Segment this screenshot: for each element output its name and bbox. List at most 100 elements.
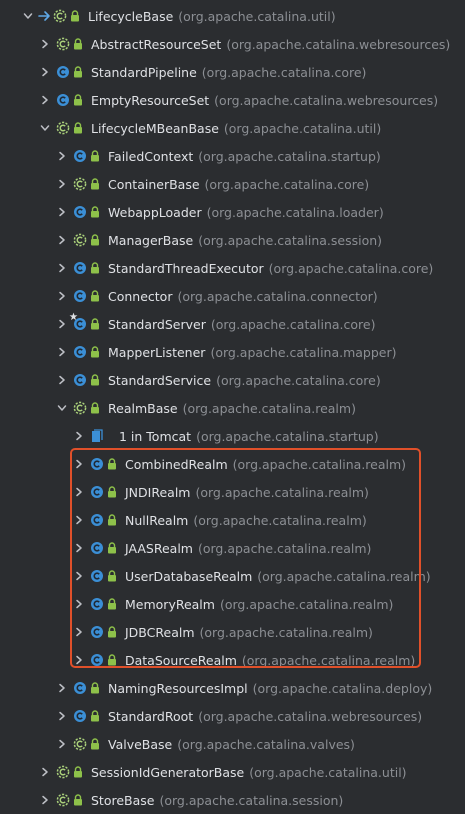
lock-icon	[90, 262, 100, 274]
package-name: (org.apache.catalina.deploy)	[252, 680, 433, 696]
chevron-right-icon[interactable]	[39, 766, 51, 778]
class-name: JNDIRealm	[125, 484, 191, 500]
chevron-right-icon[interactable]	[73, 542, 85, 554]
package-name: (org.apache.catalina.session)	[159, 792, 344, 808]
tree-row[interactable]: StandardRoot (org.apache.catalina.webreso…	[0, 702, 465, 730]
tree-row[interactable]: CombinedRealm (org.apache.catalina.realm)	[0, 450, 465, 478]
chevron-right-icon[interactable]	[56, 262, 68, 274]
package-name: (org.apache.catalina.realm)	[232, 456, 407, 472]
tree-row[interactable]: LifecycleMBeanBase (org.apache.catalina.u…	[0, 114, 465, 142]
package-name: (org.apache.catalina.webresources)	[226, 36, 451, 52]
lock-icon	[90, 178, 100, 190]
abstract-class-icon	[72, 176, 88, 192]
class-icon	[89, 568, 105, 584]
tree-row[interactable]: NullRealm (org.apache.catalina.realm)	[0, 506, 465, 534]
chevron-right-icon[interactable]	[56, 318, 68, 330]
tree-row[interactable]: JDBCRealm (org.apache.catalina.realm)	[0, 618, 465, 646]
tree-row[interactable]: Connector (org.apache.catalina.connector)	[0, 282, 465, 310]
package-name: (org.apache.catalina.core)	[210, 316, 376, 332]
chevron-right-icon[interactable]	[56, 150, 68, 162]
chevron-right-icon[interactable]	[39, 66, 51, 78]
class-name: StandardRoot	[108, 708, 194, 724]
package-name: (org.apache.catalina.connector)	[177, 288, 378, 304]
tree-row[interactable]: JAASRealm (org.apache.catalina.realm)	[0, 534, 465, 562]
package-name: (org.apache.catalina.core)	[204, 176, 370, 192]
class-icon	[89, 596, 105, 612]
tree-row[interactable]: EmptyResourceSet (org.apache.catalina.web…	[0, 86, 465, 114]
package-name: (org.apache.catalina.startup)	[198, 148, 381, 164]
class-name: ManagerBase	[108, 232, 194, 248]
chevron-right-icon[interactable]	[56, 710, 68, 722]
chevron-right-icon[interactable]	[73, 486, 85, 498]
chevron-right-icon[interactable]	[39, 38, 51, 50]
chevron-right-icon[interactable]	[73, 598, 85, 610]
package-name: (org.apache.catalina.realm)	[199, 624, 373, 640]
tree-row[interactable]: ManagerBase (org.apache.catalina.session)	[0, 226, 465, 254]
class-name: CombinedRealm	[125, 456, 228, 472]
chevron-right-icon[interactable]	[73, 514, 85, 526]
chevron-right-icon[interactable]	[56, 234, 68, 246]
tree-row[interactable]: JNDIRealm (org.apache.catalina.realm)	[0, 478, 465, 506]
tree-row[interactable]: StandardService (org.apache.catalina.core…	[0, 366, 465, 394]
tree-row[interactable]: SessionIdGeneratorBase (org.apache.catali…	[0, 758, 465, 786]
package-name: (org.apache.catalina.util)	[249, 764, 407, 780]
lock-icon	[90, 346, 100, 358]
tree-row[interactable]: FailedContext (org.apache.catalina.startu…	[0, 142, 465, 170]
lock-icon	[90, 682, 100, 694]
chevron-right-icon[interactable]	[56, 178, 68, 190]
class-name: StandardThreadExecutor	[108, 260, 264, 276]
tree-row[interactable]: MapperListener (org.apache.catalina.mappe…	[0, 338, 465, 366]
chevron-right-icon[interactable]	[56, 290, 68, 302]
lock-icon	[90, 374, 100, 386]
chevron-right-icon[interactable]	[73, 430, 85, 442]
chevron-right-icon[interactable]	[73, 654, 85, 666]
abstract-class-icon	[55, 764, 71, 780]
tree-row[interactable]: MemoryRealm (org.apache.catalina.realm)	[0, 590, 465, 618]
tree-row[interactable]: NamingResourcesImpl (org.apache.catalina.…	[0, 674, 465, 702]
chevron-down-icon[interactable]	[22, 10, 34, 22]
chevron-down-icon[interactable]	[56, 402, 68, 414]
class-icon	[72, 204, 88, 220]
chevron-right-icon[interactable]	[56, 682, 68, 694]
lock-icon	[107, 458, 117, 470]
tree-row[interactable]: AbstractResourceSet (org.apache.catalina.…	[0, 30, 465, 58]
lock-icon	[90, 710, 100, 722]
class-name: StoreBase	[91, 792, 155, 808]
lock-icon	[107, 598, 117, 610]
tree-row[interactable]: DataSourceRealm (org.apache.catalina.real…	[0, 646, 465, 674]
chevron-down-icon[interactable]	[39, 122, 51, 134]
tree-row[interactable]: ContainerBase (org.apache.catalina.core)	[0, 170, 465, 198]
tree-row[interactable]: WebappLoader (org.apache.catalina.loader)	[0, 198, 465, 226]
tree-row[interactable]: StandardThreadExecutor (org.apache.catali…	[0, 254, 465, 282]
chevron-right-icon[interactable]	[56, 374, 68, 386]
class-icon	[55, 92, 71, 108]
tree-row[interactable]: RealmBase (org.apache.catalina.realm)	[0, 394, 465, 422]
tree-row[interactable]: StandardPipeline (org.apache.catalina.cor…	[0, 58, 465, 86]
tree-row[interactable]: StandardServer (org.apache.catalina.core)	[0, 310, 465, 338]
class-icon	[55, 64, 71, 80]
class-icon	[89, 512, 105, 528]
chevron-right-icon[interactable]	[73, 458, 85, 470]
tree-row[interactable]: 1 in Tomcat (org.apache.catalina.startup)	[0, 422, 465, 450]
class-name: StandardServer	[108, 316, 206, 332]
class-name: NamingResourcesImpl	[108, 680, 248, 696]
tree-row[interactable]: StoreBase (org.apache.catalina.session)	[0, 786, 465, 814]
chevron-right-icon[interactable]	[73, 626, 85, 638]
package-name: (org.apache.catalina.realm)	[193, 512, 367, 528]
class-icon	[72, 288, 88, 304]
class-icon	[89, 540, 105, 556]
chevron-right-icon[interactable]	[56, 206, 68, 218]
class-name: JDBCRealm	[125, 624, 195, 640]
chevron-right-icon[interactable]	[39, 794, 51, 806]
package-name: (org.apache.catalina.webresources)	[214, 92, 439, 108]
tree-row[interactable]: UserDatabaseRealm (org.apache.catalina.re…	[0, 562, 465, 590]
tree-row[interactable]: LifecycleBase (org.apache.catalina.util)	[0, 2, 465, 30]
chevron-right-icon[interactable]	[73, 570, 85, 582]
abstract-class-icon	[55, 792, 71, 808]
tree-row[interactable]: ValveBase (org.apache.catalina.valves)	[0, 730, 465, 758]
chevron-right-icon[interactable]	[39, 94, 51, 106]
class-name: RealmBase	[108, 400, 178, 416]
chevron-right-icon[interactable]	[56, 346, 68, 358]
chevron-right-icon[interactable]	[56, 738, 68, 750]
package-name: (org.apache.catalina.realm)	[241, 652, 416, 668]
